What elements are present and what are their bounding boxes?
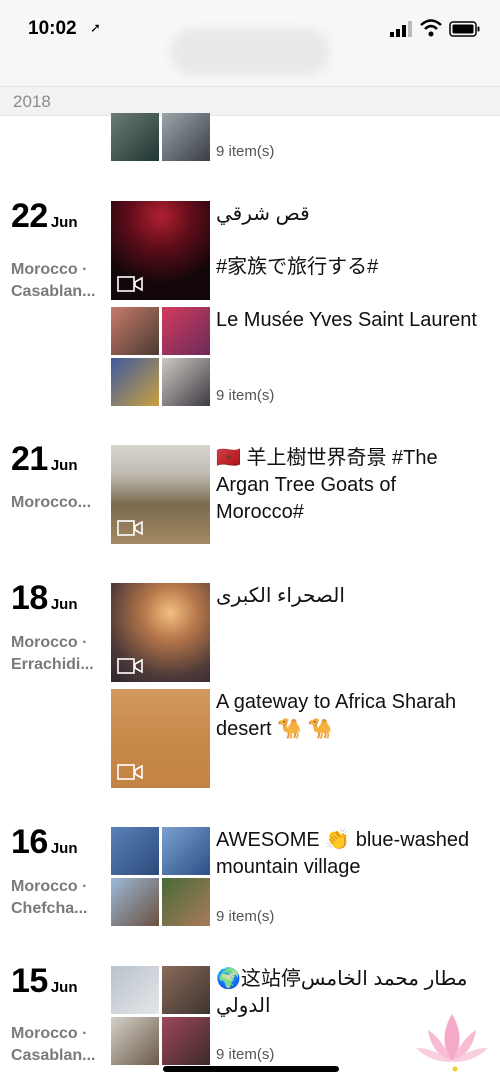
video-thumbnail[interactable]: [111, 689, 210, 788]
location-line: Morocco ·: [11, 261, 88, 278]
video-camera-icon: [117, 658, 143, 674]
post-caption[interactable]: #家族で旅行する#: [216, 254, 486, 281]
day-number: 16: [11, 823, 48, 861]
location-line: Casablan...: [11, 1047, 96, 1064]
post-caption[interactable]: A gateway to Africa Sharah desert 🐪 🐪: [216, 689, 486, 743]
location-arrow-icon: ➚: [90, 20, 101, 35]
day-number: 15: [11, 962, 48, 1000]
location-line: Morocco...: [11, 494, 92, 511]
wifi-icon: [420, 19, 442, 37]
entry-date: 22 Jun: [11, 197, 78, 236]
location-line: Morocco ·: [11, 1025, 88, 1042]
location-label: Morocco · Casablan...: [11, 259, 106, 303]
video-camera-icon: [117, 764, 143, 780]
year-section-header: 2018: [0, 86, 500, 116]
year-label: 2018: [13, 92, 51, 111]
video-thumbnail[interactable]: [111, 201, 210, 300]
entry-date: 16 Jun: [11, 823, 78, 862]
month-label: Jun: [50, 457, 78, 474]
video-thumbnail[interactable]: [111, 583, 210, 682]
location-line: Morocco ·: [11, 634, 88, 651]
post-caption[interactable]: الصحراء الكبرى: [216, 583, 486, 610]
location-line: Morocco ·: [11, 878, 88, 895]
location-line: Errachidi...: [11, 656, 94, 673]
item-count: 9 item(s): [216, 143, 275, 160]
post-caption[interactable]: Le Musée Yves Saint Laurent: [216, 307, 486, 334]
video-camera-icon: [117, 520, 143, 536]
day-number: 22: [11, 197, 48, 235]
entry-date: 15 Jun: [11, 962, 78, 1001]
post-caption[interactable]: 🇲🇦 羊上樹世界奇景 #The Argan Tree Goats of Moro…: [216, 445, 486, 526]
video-thumbnail[interactable]: [111, 445, 210, 544]
entry-date: 21 Jun: [11, 440, 78, 479]
day-number: 18: [11, 579, 48, 617]
photo-grid[interactable]: [111, 827, 210, 926]
item-count: 9 item(s): [216, 908, 275, 925]
month-label: Jun: [50, 840, 78, 857]
video-camera-icon: [117, 276, 143, 292]
month-label: Jun: [50, 979, 78, 996]
location-line: Chefcha...: [11, 900, 88, 917]
item-count: 9 item(s): [216, 387, 275, 404]
photo-grid[interactable]: [111, 113, 210, 162]
home-indicator[interactable]: [163, 1066, 339, 1072]
location-label: Morocco · Errachidi...: [11, 632, 106, 676]
status-time: 10:02: [28, 18, 77, 39]
location-line: Casablan...: [11, 283, 96, 300]
post-caption[interactable]: قص شرقي: [216, 201, 486, 228]
month-label: Jun: [50, 214, 78, 231]
item-count: 9 item(s): [216, 1046, 275, 1063]
location-label: Morocco...: [11, 492, 106, 514]
battery-icon: [449, 21, 480, 37]
photo-grid[interactable]: [111, 966, 210, 1065]
location-label: Morocco · Chefcha...: [11, 876, 106, 920]
photo-grid[interactable]: [111, 307, 210, 406]
page-title-blurred: [170, 28, 330, 76]
cellular-signal-icon: [390, 21, 412, 37]
month-label: Jun: [50, 596, 78, 613]
entry-date: 18 Jun: [11, 579, 78, 618]
lotus-flower-icon: [416, 1014, 488, 1072]
post-caption[interactable]: AWESOME 👏 blue-washed mountain village: [216, 827, 486, 881]
location-label: Morocco · Casablan...: [11, 1023, 106, 1067]
day-number: 21: [11, 440, 48, 478]
